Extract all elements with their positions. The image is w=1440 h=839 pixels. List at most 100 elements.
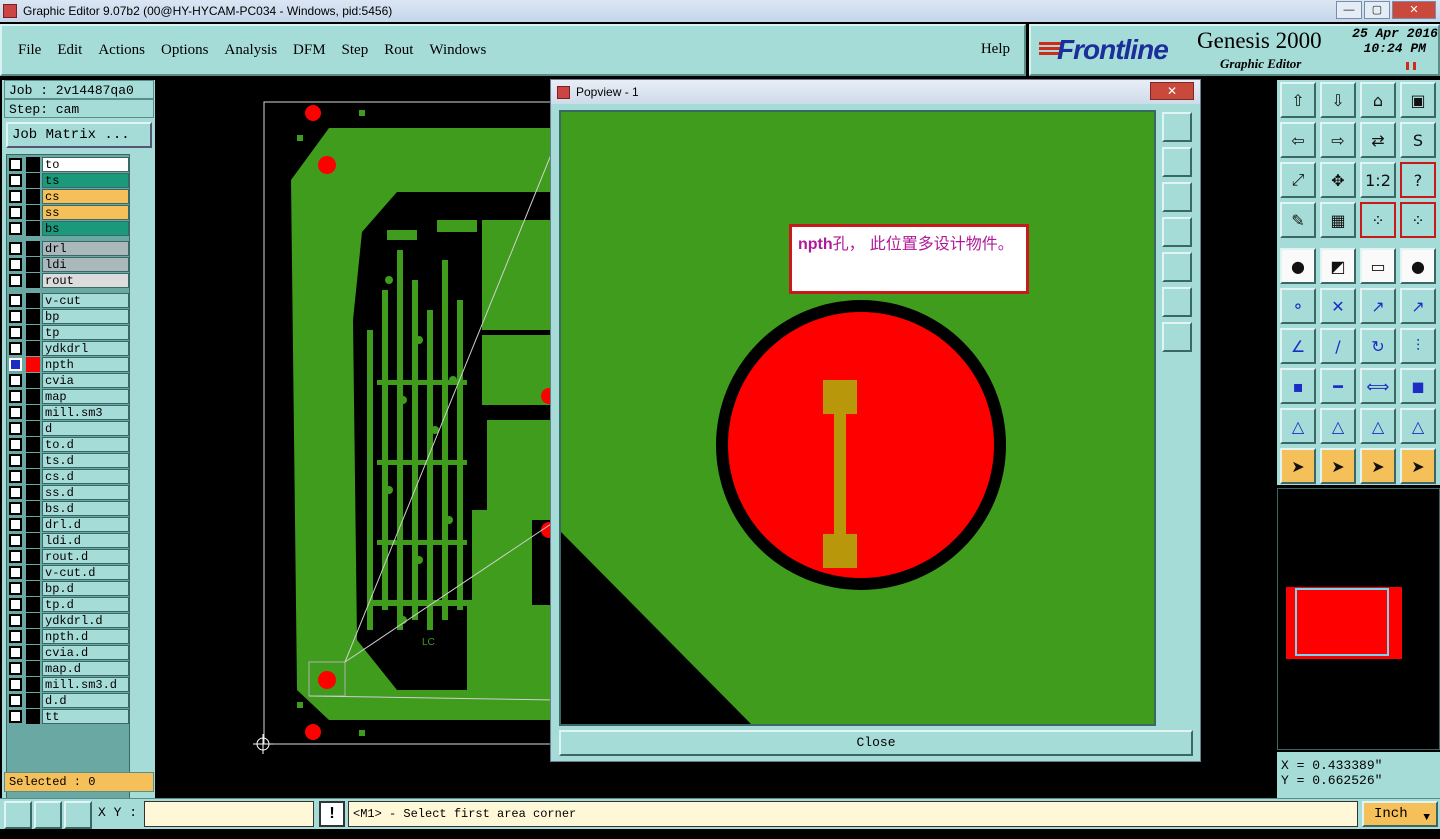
popview-close-button[interactable]: Close xyxy=(559,730,1193,756)
color-pick-icon[interactable]: ◩ xyxy=(1320,248,1356,284)
layer-name[interactable]: cvia xyxy=(42,373,129,388)
layer-color-swatch[interactable] xyxy=(26,389,40,404)
layer-color-swatch[interactable] xyxy=(26,581,40,596)
layer-row-npth-d[interactable]: npth.d xyxy=(9,629,129,644)
layer-checkbox[interactable] xyxy=(9,422,22,435)
net-alt-icon[interactable]: ⁘ xyxy=(1400,202,1436,238)
menu-step[interactable]: Step xyxy=(342,42,369,59)
line-icon[interactable]: / xyxy=(1320,328,1356,364)
npth-hole-selected[interactable] xyxy=(318,671,336,689)
layer-checkbox[interactable] xyxy=(9,678,22,691)
layer-name[interactable]: ss xyxy=(42,205,129,220)
layer-color-swatch[interactable] xyxy=(26,677,40,692)
layer-row-to-d[interactable]: to.d xyxy=(9,437,129,452)
layer-checkbox[interactable] xyxy=(9,374,22,387)
layer-color-swatch[interactable] xyxy=(26,189,40,204)
layer-row-ts[interactable]: ts xyxy=(9,173,129,188)
npth-hole[interactable] xyxy=(305,724,321,740)
layer-checkbox[interactable] xyxy=(9,662,22,675)
layer-color-swatch[interactable] xyxy=(26,565,40,580)
zoom-in-icon[interactable] xyxy=(1162,287,1192,317)
layer-row-d[interactable]: d xyxy=(9,421,129,436)
layer-checkbox[interactable] xyxy=(9,518,22,531)
npth-pad[interactable] xyxy=(728,312,994,578)
overview-map[interactable] xyxy=(1277,488,1440,750)
layer-row-v-cut-d[interactable]: v-cut.d xyxy=(9,565,129,580)
layer-checkbox[interactable] xyxy=(9,174,22,187)
layer-name[interactable]: ss.d xyxy=(42,485,129,500)
layer-row-drl[interactable]: drl xyxy=(9,241,129,256)
wrench-icon[interactable]: ✎ xyxy=(1280,202,1316,238)
pan-right-icon[interactable] xyxy=(1162,252,1192,282)
measure-icon[interactable]: ⟺ xyxy=(1360,368,1396,404)
layer-name[interactable]: bs.d xyxy=(42,501,129,516)
layer-name[interactable]: cvia.d xyxy=(42,645,129,660)
home-icon[interactable]: ⌂ xyxy=(1360,82,1396,118)
layer-row-mill-sm3-d[interactable]: mill.sm3.d xyxy=(9,677,129,692)
layer-row-ydkdrl-d[interactable]: ydkdrl.d xyxy=(9,613,129,628)
segment-icon[interactable]: ━ xyxy=(1320,368,1356,404)
pad-select-icon[interactable]: ● xyxy=(1280,248,1316,284)
layer-color-swatch[interactable] xyxy=(26,421,40,436)
menu-rout[interactable]: Rout xyxy=(384,42,413,59)
triangle-cross-icon[interactable]: △ xyxy=(1400,408,1436,444)
npth-hole[interactable] xyxy=(305,105,321,121)
xy-input[interactable] xyxy=(144,801,314,827)
layer-row-to[interactable]: to xyxy=(9,157,129,172)
layer-name[interactable]: npth xyxy=(42,357,129,372)
menu-windows[interactable]: Windows xyxy=(429,42,486,59)
minimize-button[interactable]: — xyxy=(1336,1,1362,19)
layer-checkbox[interactable] xyxy=(9,310,22,323)
layer-row-cs-d[interactable]: cs.d xyxy=(9,469,129,484)
layer-name[interactable]: ydkdrl.d xyxy=(42,613,129,628)
layer-row-bs-d[interactable]: bs.d xyxy=(9,501,129,516)
move-left-icon[interactable]: ⇦ xyxy=(1280,122,1316,158)
layer-row-tt[interactable]: tt xyxy=(9,709,129,724)
layer-row-cs[interactable]: cs xyxy=(9,189,129,204)
zoom-box-icon[interactable] xyxy=(4,801,32,829)
move-right-icon[interactable]: ⇨ xyxy=(1320,122,1356,158)
pan-left-icon[interactable] xyxy=(1162,217,1192,247)
layer-checkbox[interactable] xyxy=(9,486,22,499)
layer-color-swatch[interactable] xyxy=(26,341,40,356)
layer-row-mill-sm3[interactable]: mill.sm3 xyxy=(9,405,129,420)
layer-row-ldi[interactable]: ldi xyxy=(9,257,129,272)
layer-row-v-cut[interactable]: v-cut xyxy=(9,293,129,308)
layer-row-rout[interactable]: rout xyxy=(9,273,129,288)
menu-options[interactable]: Options xyxy=(161,42,209,59)
layer-checkbox[interactable] xyxy=(9,342,22,355)
layer-up-icon[interactable]: ⇧ xyxy=(1280,82,1316,118)
layer-name[interactable]: mill.sm3.d xyxy=(42,677,129,692)
pan-up-icon[interactable] xyxy=(1162,147,1192,177)
layer-checkbox[interactable] xyxy=(9,242,22,255)
layer-color-swatch[interactable] xyxy=(26,485,40,500)
layer-name[interactable]: ts.d xyxy=(42,453,129,468)
scale-1-2-icon[interactable]: 1:2 xyxy=(1360,162,1396,198)
layer-down-icon[interactable]: ⇩ xyxy=(1320,82,1356,118)
menu-analysis[interactable]: Analysis xyxy=(225,42,278,59)
layer-color-swatch[interactable] xyxy=(26,453,40,468)
layer-checkbox[interactable] xyxy=(9,646,22,659)
layer-row-drl-d[interactable]: drl.d xyxy=(9,517,129,532)
select-circle-icon[interactable]: ➤ xyxy=(1360,448,1396,484)
layer-color-swatch[interactable] xyxy=(26,257,40,272)
layer-color-swatch[interactable] xyxy=(26,693,40,708)
layer-name[interactable]: ldi xyxy=(42,257,129,272)
layer-name[interactable]: bp.d xyxy=(42,581,129,596)
layer-row-ldi-d[interactable]: ldi.d xyxy=(9,533,129,548)
question-icon[interactable]: ? xyxy=(1400,162,1436,198)
layer-checkbox[interactable] xyxy=(9,614,22,627)
layer-row-npth[interactable]: npth xyxy=(9,357,129,372)
layer-name[interactable]: rout xyxy=(42,273,129,288)
layer-color-swatch[interactable] xyxy=(26,309,40,324)
layer-name[interactable]: map xyxy=(42,389,129,404)
grid-snap-icon[interactable]: ▦ xyxy=(1320,202,1356,238)
layer-color-swatch[interactable] xyxy=(26,597,40,612)
layer-color-swatch[interactable] xyxy=(26,613,40,628)
layer-name[interactable]: ldi.d xyxy=(42,533,129,548)
zoom-fit-icon[interactable] xyxy=(1162,112,1192,142)
cross-icon[interactable]: ✕ xyxy=(1320,288,1356,324)
job-matrix-button[interactable]: Job Matrix ... xyxy=(6,122,152,148)
angle-icon[interactable]: ∠ xyxy=(1280,328,1316,364)
layer-row-bp[interactable]: bp xyxy=(9,309,129,324)
